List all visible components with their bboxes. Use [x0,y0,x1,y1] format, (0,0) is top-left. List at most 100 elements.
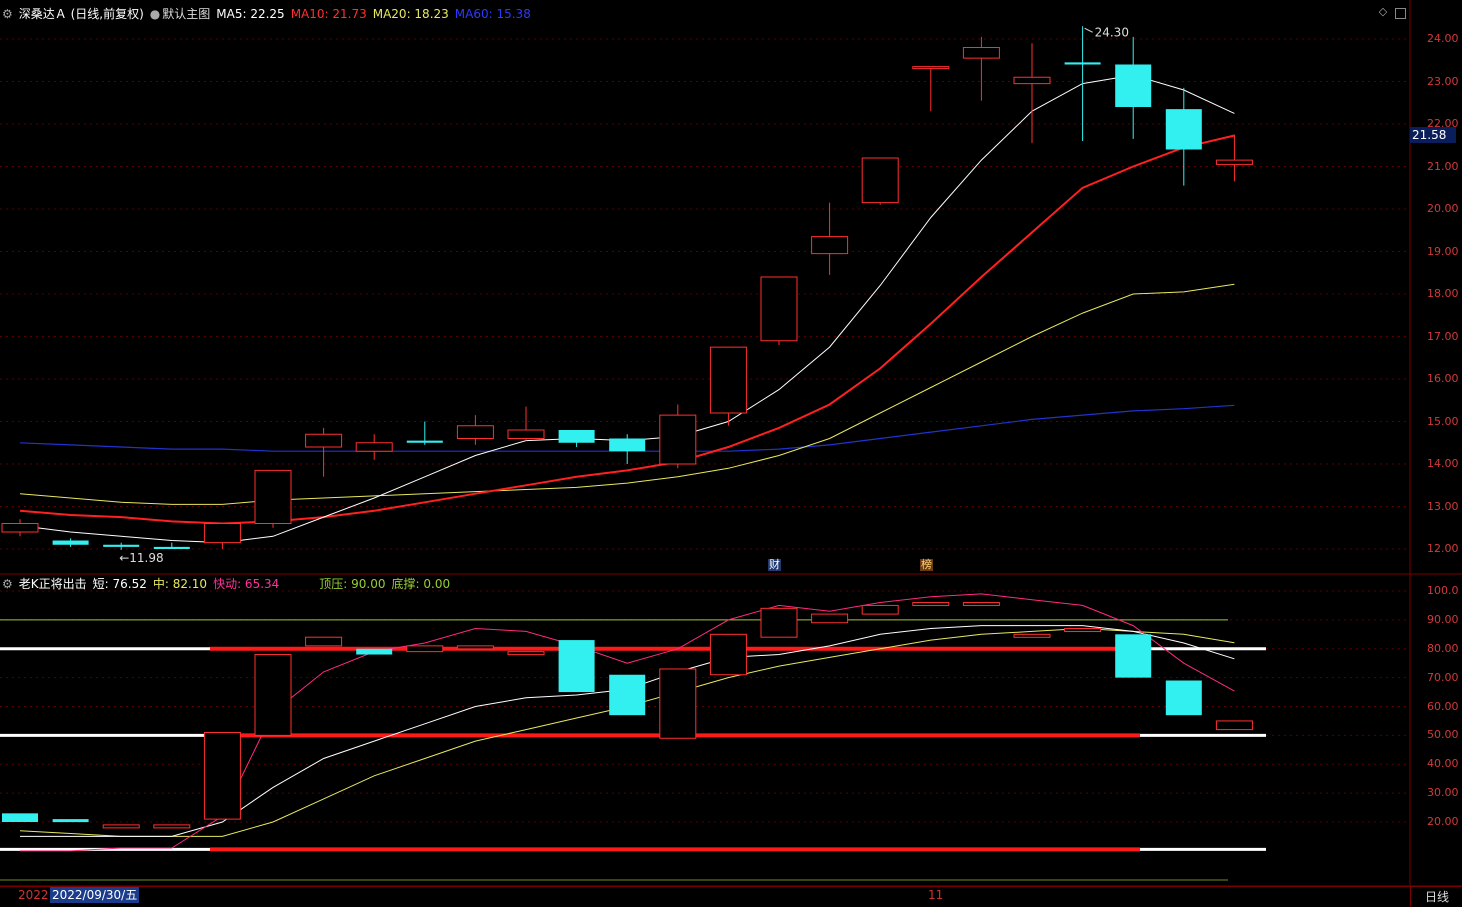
candle-body [962,47,1000,59]
indicator-bar [507,651,545,656]
indicator-bar [709,633,747,676]
top-value: 顶压: 90.00 [319,577,386,591]
mid-line [19,627,1235,837]
price-tick-label: 20.00 [1427,202,1459,215]
candle-body [153,546,190,549]
candle-body [305,433,343,448]
ma5-value: MA5: 22.25 [216,7,285,21]
indicator-bar [406,645,444,653]
price-tick-label: 19.00 [1427,244,1459,258]
indicator-bar [2,813,38,822]
date-cursor-label: 2022/09/30/五 [50,887,140,903]
settings-icon[interactable]: ⚙ [2,7,13,21]
chart-canvas[interactable]: 24.30 ←11.98 [0,0,1462,906]
indicator-bar [912,602,950,607]
mid-value: 中: 82.10 [152,577,208,591]
candle-body [659,414,697,465]
candle-body [355,442,393,452]
month-label: 11 [928,888,944,902]
view-name[interactable]: 默认主图 [162,7,210,21]
indicator-bar [1115,634,1152,678]
indicator-bar [456,645,494,650]
stock-name[interactable]: 深桑达Ａ (日线,前复权) [19,7,144,21]
candle-body [760,276,798,342]
candle-body [1013,76,1051,85]
rank-marker[interactable]: 榜 [920,559,933,571]
price-tick-label: 13.00 [1427,499,1459,513]
candle-body [1,523,39,533]
indicator-bar [153,824,191,829]
high-pointer [1084,27,1093,33]
candle-body [507,429,545,439]
indicator-bar [659,668,697,739]
candle-body [254,469,292,524]
window-icon[interactable] [1395,8,1406,19]
period-button[interactable]: 日线 [1410,886,1462,907]
high-price-label: 24.30 [1095,25,1129,39]
finance-marker[interactable]: 财 [768,559,781,571]
settings-icon[interactable]: ⚙ [2,577,13,591]
fast-value: 快动: 65.34 [213,577,280,591]
candle-body [861,157,899,204]
indicator-tick-label: 20.00 [1427,815,1459,828]
candle-body [1165,109,1202,150]
indicator-name[interactable]: 老K正将出击 [19,577,87,591]
year-label: 2022 [18,888,49,902]
indicator-tick-label: 60.00 [1427,699,1459,713]
indicator-tick-label: 100.0 [1427,584,1459,597]
price-tick-label: 12.00 [1427,542,1459,555]
circle-icon[interactable]: ● [150,7,160,21]
short-value: 短: 76.52 [92,577,147,591]
indicator-tick-label: 40.00 [1427,757,1459,771]
indicator-bar [760,607,798,638]
price-tick-label: 14.00 [1427,457,1459,470]
indicator-bar [1013,633,1051,638]
indicator-bar [861,604,899,615]
candle-body [456,425,494,439]
price-tick-label: 17.00 [1427,329,1459,343]
indicator-tick-label: 30.00 [1427,786,1459,800]
indicator-bar [1215,720,1253,731]
candle-body [103,544,140,547]
price-tick-label: 24.00 [1427,32,1459,45]
indicator-bar [962,602,1000,607]
main-header: ⚙ 深桑达Ａ (日线,前复权) ● 默认主图 MA5: 22.25 MA10: 21.73… [2,6,537,22]
bottom-value: 底撑: 0.00 [391,577,451,591]
ma10-line [19,134,1235,525]
price-tick-label: 15.00 [1427,414,1459,428]
low-price-label: ←11.98 [119,551,163,565]
indicator-bar [811,613,849,624]
candle-body [1064,62,1101,65]
indicator-bar [1165,680,1202,716]
price-tick-label: 18.00 [1427,287,1459,300]
indicator-tick-label: 70.00 [1427,670,1459,684]
ma10-value: MA10: 21.73 [290,7,367,21]
ma20-value: MA20: 18.23 [372,7,449,21]
indicator-bar [203,731,241,820]
indicator-tick-label: 50.00 [1427,728,1459,742]
candle-body [811,236,849,255]
indicator-bar [254,654,292,736]
candle-body [52,540,89,545]
indicator-bar [356,648,393,655]
indicator-bar [52,819,89,823]
candle-body [1215,159,1253,165]
candle-body [609,438,646,452]
fast-line [20,593,1235,852]
indicator-tick-label: 80.00 [1427,641,1459,655]
ma5-line [19,74,1235,544]
candle-body [709,346,747,414]
indicator-bar [1064,628,1102,633]
price-tick-label: 21.00 [1427,159,1459,173]
indicator-bar [609,674,646,716]
price-tick-label: 23.00 [1427,74,1459,88]
indicator-header: ⚙ 老K正将出击 短: 76.52 中: 82.10 快动: 65.34 顶压: 90.0… [2,576,456,592]
indicator-tick-label: 90.00 [1427,612,1459,626]
date-bar [0,886,1410,907]
candle-body [1115,64,1152,107]
indicator-bar [305,636,343,647]
candle-body [406,440,443,443]
candle-body [558,430,595,443]
ma60-value: MA60: 15.38 [454,7,531,21]
diamond-icon[interactable]: ◇ [1377,6,1389,18]
